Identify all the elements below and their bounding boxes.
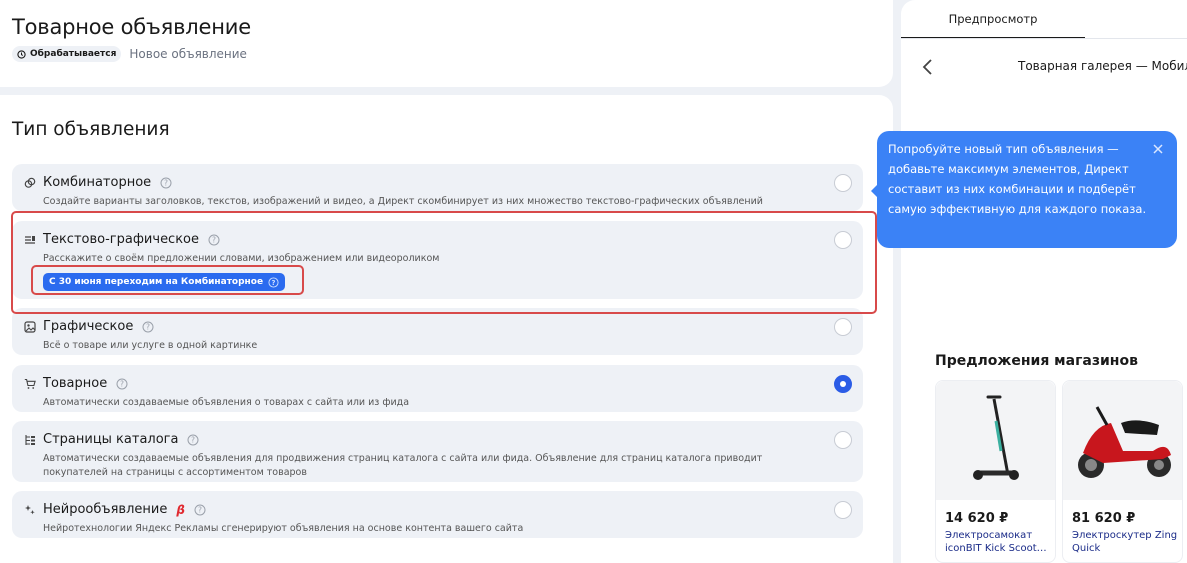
radio-neuro-ad[interactable] [834, 501, 852, 519]
option-graphic[interactable]: Графическое ? Всё о товаре или услуге в … [12, 308, 863, 355]
combinatorial-icon [24, 177, 36, 188]
product-card[interactable]: 14 620 ₽ Электросамокат iconBIT Kick Sco… [935, 380, 1056, 563]
option-title: Нейрообъявление [43, 502, 168, 517]
help-icon[interactable]: ? [187, 434, 199, 446]
help-icon[interactable]: ? [268, 276, 279, 288]
svg-text:?: ? [272, 278, 276, 286]
svg-text:?: ? [198, 505, 202, 514]
product-name[interactable]: Электросамокат iconBIT Kick Scoot… [945, 529, 1051, 555]
status-row: Обрабатывается Новое объявление [12, 46, 247, 62]
svg-text:?: ? [120, 379, 124, 388]
option-desc: Расскажите о своём предложении словами, … [43, 253, 440, 264]
svg-text:?: ? [212, 235, 216, 244]
option-title: Текстово-графическое [43, 232, 200, 247]
notice-label: С 30 июня переходим на Комбинаторное [49, 277, 264, 287]
electric-scooter-moped-icon [1078, 406, 1171, 478]
ad-type-card: Тип объявления Комбинаторное ? Создайте … [0, 95, 893, 563]
option-combinatorial[interactable]: Комбинаторное ? Создайте варианты заголо… [12, 164, 863, 211]
radio-text-graphic[interactable] [834, 231, 852, 249]
status-badge-label: Обрабатывается [30, 49, 117, 59]
gallery-title: Товарная галерея — Мобил [1018, 59, 1187, 73]
option-title: Страницы каталога [43, 432, 179, 447]
new-ad-type-tooltip: Попробуйте новый тип объявления — добавь… [871, 131, 1177, 248]
shop-offers-title: Предложения магазинов [935, 353, 1138, 369]
image-icon [24, 320, 36, 333]
svg-text:?: ? [191, 435, 195, 444]
help-icon[interactable]: ? [142, 321, 154, 333]
cart-icon [24, 378, 36, 389]
option-text-graphic[interactable]: Текстово-графическое ? Расскажите о своё… [12, 221, 863, 299]
option-title: Комбинаторное [43, 175, 152, 190]
option-title: Графическое [43, 319, 134, 334]
product-name[interactable]: Электроскутер Zing Quick [1072, 529, 1178, 555]
scooter-icon [973, 395, 1019, 480]
clock-icon [17, 49, 26, 59]
option-desc: Создайте варианты заголовков, текстов, и… [43, 196, 763, 207]
radio-combinatorial[interactable] [834, 174, 852, 192]
help-icon[interactable]: ? [208, 234, 220, 246]
section-title: Тип объявления [12, 119, 170, 140]
text-graphic-icon [25, 235, 35, 244]
help-icon[interactable]: ? [194, 504, 206, 516]
help-icon[interactable]: ? [160, 177, 172, 189]
preview-panel: Предпросмотр Товарная галерея — Мобил Пр… [901, 0, 1187, 563]
radio-product-selected[interactable] [834, 375, 852, 393]
header-card: Товарное объявление Обрабатывается Новое… [0, 0, 893, 87]
option-desc: Нейротехнологии Яндекс Рекламы сгенериру… [43, 523, 524, 534]
option-desc: Автоматически создаваемые объявления о т… [43, 397, 410, 408]
sparkle-icon [25, 504, 35, 514]
option-catalog-pages[interactable]: Страницы каталога ? Автоматически создав… [12, 421, 863, 482]
tab-divider [901, 38, 1187, 39]
page-title: Товарное объявление [12, 15, 251, 39]
svg-text:?: ? [164, 178, 168, 187]
radio-graphic[interactable] [834, 318, 852, 336]
option-product[interactable]: Товарное ? Автоматически создаваемые объ… [12, 365, 863, 412]
option-desc: Всё о товаре или услуге в одной картинке [43, 340, 258, 351]
option-neuro-ad[interactable]: Нейрообъявление β ? Нейротехнологии Янде… [12, 491, 863, 538]
radio-catalog-pages[interactable] [834, 431, 852, 449]
svg-text:?: ? [146, 322, 150, 331]
beta-badge: β [176, 502, 185, 517]
close-icon[interactable] [1153, 144, 1163, 154]
product-price: 14 620 ₽ [945, 511, 1009, 526]
product-price: 81 620 ₽ [1072, 511, 1136, 526]
migration-notice-chip[interactable]: С 30 июня переходим на Комбинаторное ? [43, 273, 286, 291]
option-title: Товарное [43, 376, 108, 391]
tooltip-text: Попробуйте новый тип объявления — добавь… [888, 142, 1147, 216]
status-subtitle: Новое объявление [129, 47, 247, 61]
option-desc: Автоматически создаваемые объявления для… [43, 453, 763, 478]
tab-preview[interactable]: Предпросмотр [901, 0, 1085, 39]
product-card[interactable]: 81 620 ₽ Электроскутер Zing Quick [1062, 380, 1183, 563]
catalog-tree-icon [25, 434, 35, 445]
status-badge: Обрабатывается [12, 46, 122, 62]
product-image [936, 381, 1055, 500]
product-image [1063, 381, 1182, 500]
chevron-left-icon[interactable] [921, 58, 935, 76]
help-icon[interactable]: ? [116, 378, 128, 390]
